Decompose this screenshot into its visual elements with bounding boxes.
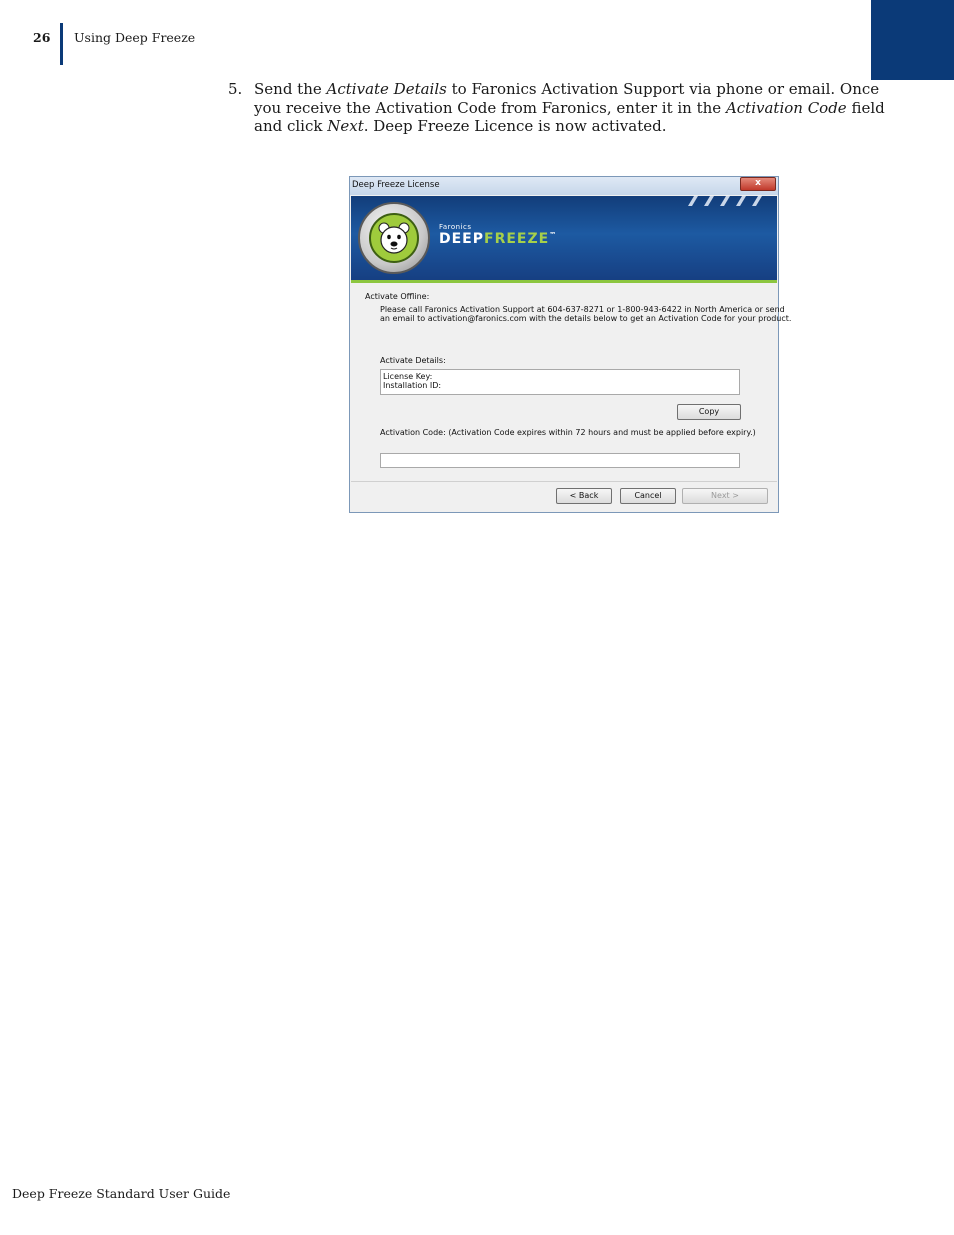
copy-button[interactable]: Copy [677,404,741,420]
step-emphasis-activation-code: Activation Code [725,98,847,117]
step-emphasis-activate-details: Activate Details [326,80,447,98]
activate-details-box[interactable]: License Key: Installation ID: [380,369,740,395]
instructions-line-1: Please call Faronics Activation Support … [380,305,785,314]
brand-deep-word: DEEP [439,231,485,247]
next-button[interactable]: Next > [682,488,768,504]
corner-accent-block [871,0,954,80]
step-emphasis-next: Next [327,117,364,135]
logo-inner-circle [369,213,419,263]
activation-code-input[interactable] [380,453,740,468]
page-number: 26 [33,30,51,45]
step-text-part: . Deep Freeze Licence is now activated. [363,117,667,135]
step-paragraph: 5. Send the Activate Details to Faronics… [228,80,898,136]
activation-code-label: Activation Code: (Activation Code expire… [380,428,756,437]
trademark-symbol: ™ [549,231,558,239]
polar-bear-icon [378,222,410,254]
license-key-line: License Key: [383,372,433,381]
instructions-line-2: an email to activation@faronics.com with… [380,314,792,323]
license-dialog-screenshot: Deep Freeze License x Faronics DEEPFREEZ… [349,176,791,513]
back-button[interactable]: < Back [556,488,612,504]
brand-banner: Faronics DEEPFREEZE™ [351,196,777,280]
activate-details-label: Activate Details: [380,356,446,365]
brand-deep-freeze: DEEPFREEZE™ [439,231,557,247]
header-divider [60,23,63,65]
cancel-button[interactable]: Cancel [620,488,676,504]
step-text-part: Send the [254,80,327,98]
activate-offline-label: Activate Offline: [365,292,430,301]
deep-freeze-logo [358,202,430,274]
step-number: 5. [228,80,243,98]
dialog-separator [351,481,777,482]
footer-guide-title: Deep Freeze Standard User Guide [12,1186,231,1201]
brand-faronics: Faronics [439,223,472,231]
brand-freeze-word: FREEZE [484,231,550,247]
dialog-title: Deep Freeze License [352,180,440,190]
dialog-titlebar: Deep Freeze License x [350,177,778,195]
banner-stripes-decoration [688,196,762,206]
installation-id-line: Installation ID: [383,381,442,390]
close-button[interactable]: x [740,177,776,191]
section-title: Using Deep Freeze [74,30,196,45]
step-text: Send the Activate Details to Faronics Ac… [254,80,898,136]
dialog-content: Activate Offline: Please call Faronics A… [351,283,791,481]
